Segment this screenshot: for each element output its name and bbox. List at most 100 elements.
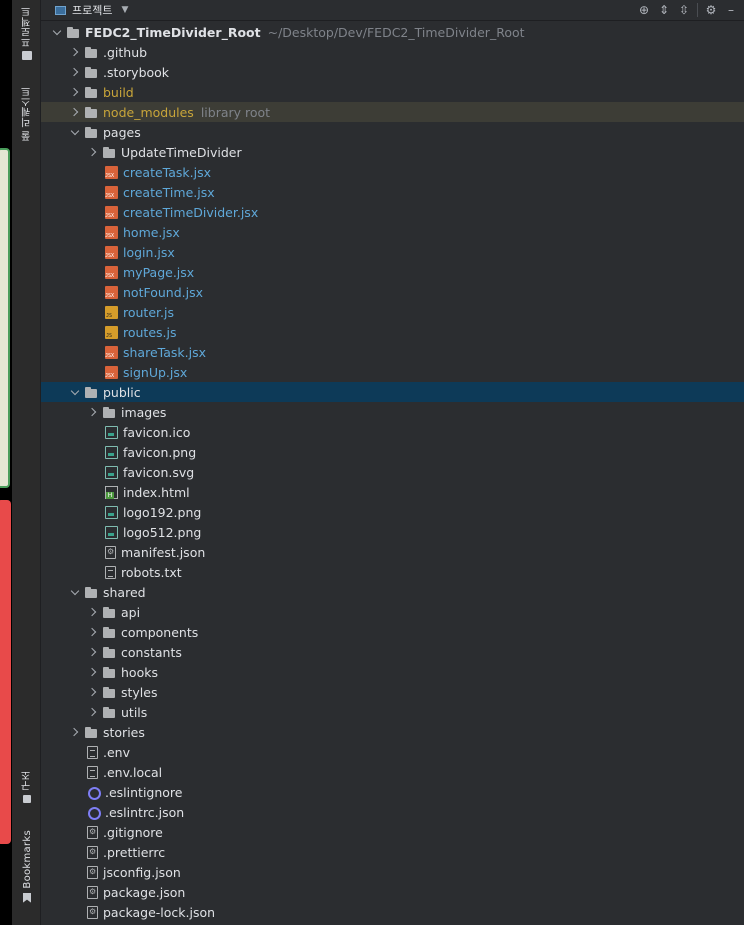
- chevron-right-icon[interactable]: [87, 662, 99, 682]
- chevron-down-icon[interactable]: [69, 122, 81, 142]
- tree-row[interactable]: router.js: [41, 302, 744, 322]
- tree-row[interactable]: .env.local: [41, 762, 744, 782]
- chevron-down-icon[interactable]: ▼: [121, 5, 128, 15]
- jsx-file-icon: [105, 245, 118, 259]
- tree-row[interactable]: constants: [41, 642, 744, 662]
- tree-row[interactable]: createTask.jsx: [41, 162, 744, 182]
- tree-row[interactable]: UpdateTimeDivider: [41, 142, 744, 162]
- tree-row[interactable]: routes.js: [41, 322, 744, 342]
- tree-row[interactable]: index.html: [41, 482, 744, 502]
- tab-structure[interactable]: 구조: [18, 770, 36, 803]
- tree-row[interactable]: api: [41, 602, 744, 622]
- chevron-right-icon[interactable]: [87, 642, 99, 662]
- chevron-down-icon[interactable]: [51, 22, 63, 42]
- js-file-icon: [105, 325, 118, 339]
- folder-icon: [103, 706, 116, 719]
- tree-row[interactable]: signUp.jsx: [41, 362, 744, 382]
- locate-icon[interactable]: ⊕: [637, 3, 651, 17]
- tree-row[interactable]: notFound.jsx: [41, 282, 744, 302]
- chevron-right-icon[interactable]: [69, 102, 81, 122]
- js-file-icon: [105, 305, 118, 319]
- tree-row[interactable]: .env: [41, 742, 744, 762]
- tree-row[interactable]: components: [41, 622, 744, 642]
- tree-row[interactable]: .eslintignore: [41, 782, 744, 802]
- tree-row[interactable]: .storybook: [41, 62, 744, 82]
- tree-row[interactable]: public: [41, 382, 744, 402]
- tool-window-sidebar: 프로젝트 풀 리퀘스트 구조 Bookmarks: [0, 0, 41, 925]
- tree-row[interactable]: logo192.png: [41, 502, 744, 522]
- tree-row[interactable]: favicon.svg: [41, 462, 744, 482]
- tree-item-label: components: [121, 624, 199, 640]
- tree-item-label: node_modules: [103, 104, 194, 120]
- tree-row[interactable]: robots.txt: [41, 562, 744, 582]
- folder-icon: [85, 86, 98, 99]
- tab-bookmarks[interactable]: Bookmarks: [18, 830, 36, 903]
- tree-row[interactable]: .gitignore: [41, 822, 744, 842]
- tree-row[interactable]: home.jsx: [41, 222, 744, 242]
- chevron-right-icon[interactable]: [87, 702, 99, 722]
- jsx-file-icon: [105, 345, 118, 359]
- tree-item-label: FEDC2_TimeDivider_Root: [85, 24, 261, 40]
- tree-row[interactable]: package-lock.json: [41, 902, 744, 922]
- tab-project-label: 프로젝트: [21, 6, 33, 48]
- tab-pull-requests[interactable]: 풀 리퀘스트: [18, 86, 36, 141]
- tree-row[interactable]: utils: [41, 702, 744, 722]
- folder-icon: [85, 586, 98, 599]
- project-window-icon: [55, 5, 66, 15]
- chevron-right-icon[interactable]: [69, 42, 81, 62]
- tab-project[interactable]: 프로젝트: [18, 6, 36, 61]
- expand-all-icon[interactable]: ⇕: [657, 3, 671, 17]
- tree-row[interactable]: shared: [41, 582, 744, 602]
- tree-row[interactable]: build: [41, 82, 744, 102]
- collapse-all-icon[interactable]: ⇳: [677, 3, 691, 17]
- tree-row[interactable]: favicon.png: [41, 442, 744, 462]
- jsx-file-icon: [105, 265, 118, 279]
- folder-icon: [103, 646, 116, 659]
- folder-icon: [22, 51, 32, 61]
- chevron-down-icon[interactable]: [69, 582, 81, 602]
- minimize-icon[interactable]: –: [724, 3, 738, 17]
- tree-row[interactable]: .eslintrc.json: [41, 802, 744, 822]
- tree-item-label: UpdateTimeDivider: [121, 144, 242, 160]
- jsx-file-icon: [105, 165, 118, 179]
- chevron-right-icon[interactable]: [87, 142, 99, 162]
- tree-item-label: package-lock.json: [103, 904, 216, 920]
- tree-item-label: createTime.jsx: [123, 184, 215, 200]
- tree-row[interactable]: createTime.jsx: [41, 182, 744, 202]
- tree-row[interactable]: FEDC2_TimeDivider_Root ~/Desktop/Dev/FEDC…: [41, 22, 744, 42]
- tree-row[interactable]: pages: [41, 122, 744, 142]
- tree-row[interactable]: shareTask.jsx: [41, 342, 744, 362]
- side-panel-red: [0, 500, 11, 844]
- project-view-title[interactable]: 프로젝트: [72, 2, 112, 18]
- tree-row[interactable]: stories: [41, 722, 744, 742]
- tree-row[interactable]: styles: [41, 682, 744, 702]
- chevron-right-icon[interactable]: [87, 622, 99, 642]
- tree-row[interactable]: createTimeDivider.jsx: [41, 202, 744, 222]
- chevron-right-icon[interactable]: [69, 722, 81, 742]
- tree-row[interactable]: node_modules library root: [41, 102, 744, 122]
- folder-icon: [103, 606, 116, 619]
- tree-item-label: manifest.json: [121, 544, 206, 560]
- chevron-right-icon[interactable]: [87, 402, 99, 422]
- tree-row[interactable]: jsconfig.json: [41, 862, 744, 882]
- chevron-right-icon[interactable]: [87, 682, 99, 702]
- chevron-right-icon[interactable]: [69, 82, 81, 102]
- tree-row[interactable]: login.jsx: [41, 242, 744, 262]
- tree-row[interactable]: favicon.ico: [41, 422, 744, 442]
- folder-icon: [85, 66, 98, 79]
- tree-row[interactable]: .github: [41, 42, 744, 62]
- tree-row[interactable]: .prettierrc: [41, 842, 744, 862]
- tree-item-label: robots.txt: [121, 564, 182, 580]
- tree-row[interactable]: logo512.png: [41, 522, 744, 542]
- chevron-right-icon[interactable]: [87, 602, 99, 622]
- gear-icon[interactable]: ⚙: [704, 3, 718, 17]
- tree-row[interactable]: package.json: [41, 882, 744, 902]
- chevron-down-icon[interactable]: [69, 382, 81, 402]
- chevron-right-icon[interactable]: [69, 62, 81, 82]
- tree-row[interactable]: hooks: [41, 662, 744, 682]
- tree-row[interactable]: myPage.jsx: [41, 262, 744, 282]
- tree-row[interactable]: images: [41, 402, 744, 422]
- tree-row[interactable]: manifest.json: [41, 542, 744, 562]
